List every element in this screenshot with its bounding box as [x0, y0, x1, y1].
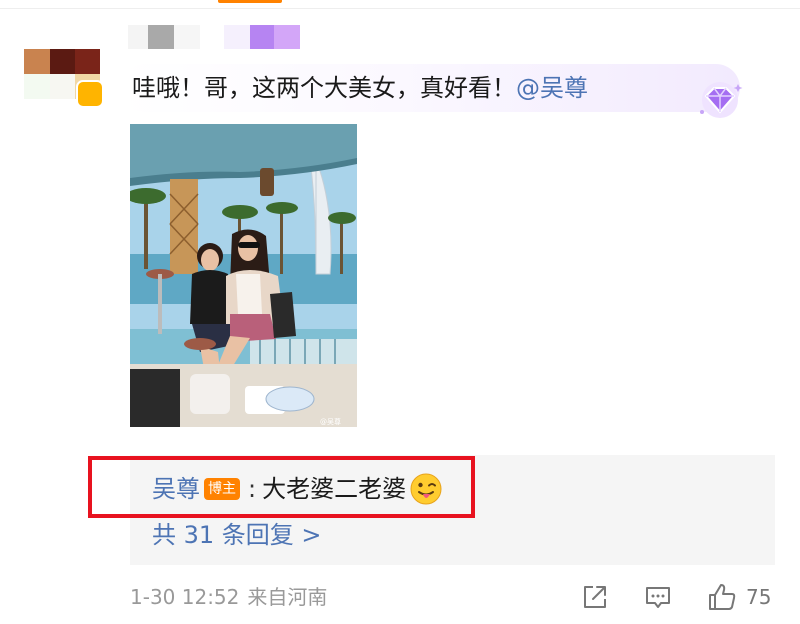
comment-meta: 1-30 12:52 来自河南	[130, 582, 327, 612]
comment-icon[interactable]	[643, 582, 673, 612]
comment-timestamp: 1-30 12:52	[130, 585, 240, 609]
attached-photo[interactable]: @吴尊	[130, 124, 357, 427]
comment-location: 来自河南	[247, 585, 328, 609]
svg-text:@吴尊: @吴尊	[320, 417, 341, 426]
active-tab-indicator	[218, 0, 282, 3]
like-count: 75	[746, 585, 772, 609]
view-more-replies-link[interactable]: 共 31 条回复 >	[152, 518, 322, 552]
share-icon[interactable]	[580, 582, 610, 612]
mention-link[interactable]: @吴尊	[516, 74, 588, 102]
verified-badge-icon	[76, 80, 104, 108]
top-divider	[0, 8, 800, 9]
comment-body: 哇哦！哥，这两个大美女，真好看！	[132, 74, 516, 102]
purple-diamond-icon	[700, 82, 743, 118]
thumbs-up-icon[interactable]	[706, 582, 738, 612]
comment-text: 哇哦！哥，这两个大美女，真好看！@吴尊	[132, 70, 588, 106]
annotation-red-box	[88, 456, 475, 518]
